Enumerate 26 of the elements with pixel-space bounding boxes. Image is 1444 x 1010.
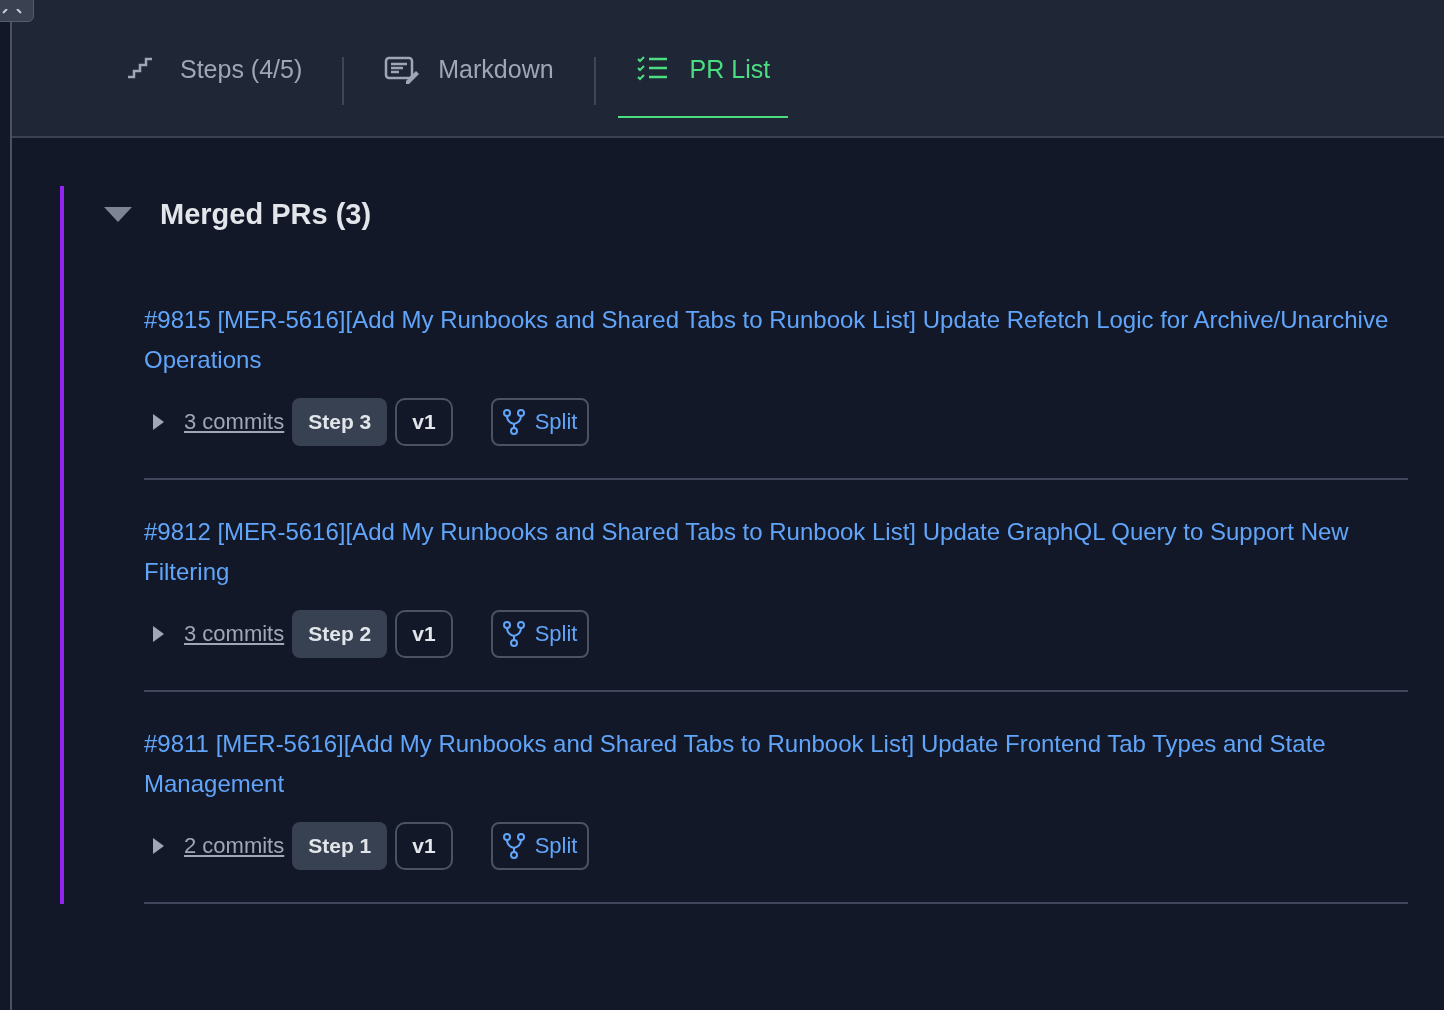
- step-badge: Step 1: [292, 822, 388, 870]
- expand-icon[interactable]: [152, 625, 164, 643]
- branch-icon: [502, 621, 525, 647]
- tab[interactable]: Markdown: [366, 22, 572, 118]
- step-badge: Step 2: [292, 610, 388, 658]
- pr-link[interactable]: #9812 [MER-5616][Add My Runbooks and Shared Tabs to Runbook List] Update GraphQL Query to Support New Filtering: [144, 512, 1408, 592]
- section-title: Merged PRs (3): [160, 197, 372, 231]
- expand-icon[interactable]: [152, 837, 164, 855]
- tab[interactable]: Steps (4/5): [108, 22, 321, 118]
- commits-link[interactable]: 3 commits: [184, 621, 285, 647]
- split-button[interactable]: Split: [490, 822, 590, 870]
- split-button[interactable]: Split: [490, 398, 590, 446]
- collapse-icon[interactable]: [104, 205, 132, 223]
- branch-icon: [502, 833, 525, 859]
- version-badge: v1: [395, 610, 453, 658]
- version-badge: v1: [395, 398, 453, 446]
- pr-link[interactable]: #9811 [MER-5616][Add My Runbooks and Shared Tabs to Runbook List] Update Frontend Tab Types and State Management: [144, 724, 1408, 804]
- split-button[interactable]: Split: [490, 610, 590, 658]
- tab[interactable]: PR List: [617, 22, 789, 118]
- branch-icon: [502, 409, 525, 435]
- commits-link[interactable]: 2 commits: [184, 833, 285, 859]
- version-badge: v1: [395, 822, 453, 870]
- step-badge: Step 3: [292, 398, 388, 446]
- commits-link[interactable]: 3 commits: [184, 409, 285, 435]
- pr-link[interactable]: #9815 [MER-5616][Add My Runbooks and Shared Tabs to Runbook List] Update Refetch Logic for Archive/Unarchive Operations: [144, 300, 1408, 380]
- expand-icon[interactable]: [152, 413, 164, 431]
